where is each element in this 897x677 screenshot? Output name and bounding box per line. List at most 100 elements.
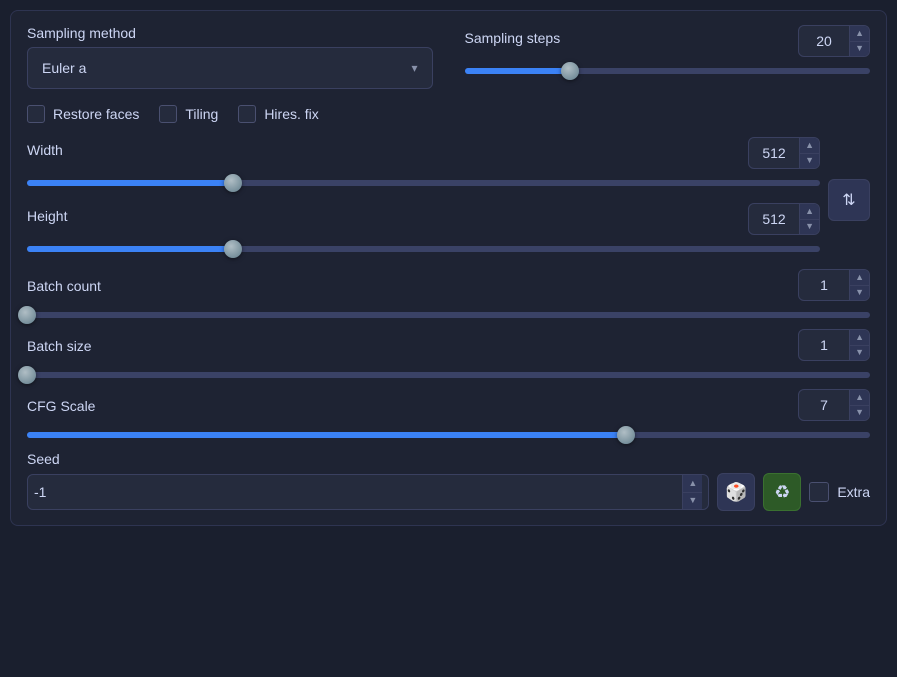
width-slider-fill xyxy=(27,180,233,186)
cfg-scale-slider-track xyxy=(27,432,870,438)
steps-label-row: Sampling steps 20 ▲ ▼ xyxy=(465,25,871,57)
cfg-scale-spin-down[interactable]: ▼ xyxy=(850,405,869,421)
steps-slider[interactable] xyxy=(465,61,871,81)
cfg-scale-number-input[interactable]: 7 ▲ ▼ xyxy=(798,389,870,421)
batch-size-value: 1 xyxy=(799,337,849,353)
sampling-steps-section: Sampling steps 20 ▲ ▼ xyxy=(449,25,871,81)
height-label-row: Height 512 ▲ ▼ xyxy=(27,203,820,235)
dropdown-arrow-icon: ▾ xyxy=(411,61,417,75)
recycle-button[interactable]: ♻ xyxy=(763,473,801,511)
swap-dimensions-button[interactable]: ⇅ xyxy=(828,179,870,221)
restore-faces-checkbox[interactable]: Restore faces xyxy=(27,105,139,123)
batch-size-spinners: ▲ ▼ xyxy=(849,330,869,360)
cfg-scale-slider-thumb[interactable] xyxy=(617,426,635,444)
sampling-method-section: Sampling method Euler a ▾ xyxy=(27,25,449,89)
seed-controls-row: -1 ▲ ▼ 🎲 ♻ Extra xyxy=(27,473,870,511)
steps-number-input[interactable]: 20 ▲ ▼ xyxy=(798,25,870,57)
steps-spinners: ▲ ▼ xyxy=(849,26,869,56)
seed-input-wrap[interactable]: -1 ▲ ▼ xyxy=(27,474,709,510)
tiling-label: Tiling xyxy=(185,106,218,122)
restore-faces-label: Restore faces xyxy=(53,106,139,122)
width-slider-track xyxy=(27,180,820,186)
cfg-scale-spinners: ▲ ▼ xyxy=(849,390,869,420)
batch-count-spin-up[interactable]: ▲ xyxy=(850,270,869,285)
batch-size-slider-track xyxy=(27,372,870,378)
batch-size-spin-up[interactable]: ▲ xyxy=(850,330,869,345)
width-label: Width xyxy=(27,142,63,158)
seed-label: Seed xyxy=(27,451,870,467)
steps-spin-down[interactable]: ▼ xyxy=(850,41,869,57)
width-value: 512 xyxy=(749,145,799,161)
cfg-scale-value: 7 xyxy=(799,397,849,413)
sampling-method-dropdown[interactable]: Euler a ▾ xyxy=(27,47,433,89)
batch-size-section: Batch size 1 ▲ ▼ xyxy=(27,329,870,385)
height-spin-down[interactable]: ▼ xyxy=(800,219,819,235)
batch-count-value: 1 xyxy=(799,277,849,293)
batch-count-slider-thumb[interactable] xyxy=(18,306,36,324)
height-label: Height xyxy=(27,208,67,224)
dice-icon: 🎲 xyxy=(725,482,747,503)
height-value: 512 xyxy=(749,211,799,227)
extra-label: Extra xyxy=(837,484,870,500)
seed-spin-down[interactable]: ▼ xyxy=(683,492,702,510)
batch-count-spin-down[interactable]: ▼ xyxy=(850,285,869,301)
batch-count-slider-track xyxy=(27,312,870,318)
batch-size-label: Batch size xyxy=(27,332,92,358)
cfg-scale-spin-up[interactable]: ▲ xyxy=(850,390,869,405)
batch-count-spinners: ▲ ▼ xyxy=(849,270,869,300)
batch-count-slider[interactable] xyxy=(27,305,870,325)
dimensions-section: Width 512 ▲ ▼ xyxy=(27,137,820,259)
hires-fix-checkbox[interactable]: Hires. fix xyxy=(238,105,318,123)
height-slider-track xyxy=(27,246,820,252)
wh-container: Width 512 ▲ ▼ xyxy=(27,137,870,259)
seed-spin-up[interactable]: ▲ xyxy=(683,475,702,492)
steps-slider-track xyxy=(465,68,871,74)
cfg-scale-label-row: CFG Scale 7 ▲ ▼ xyxy=(27,389,870,421)
batch-size-slider[interactable] xyxy=(27,365,870,385)
hires-fix-box[interactable] xyxy=(238,105,256,123)
steps-spin-up[interactable]: ▲ xyxy=(850,26,869,41)
checkboxes-row: Restore faces Tiling Hires. fix xyxy=(27,105,870,123)
height-spinners: ▲ ▼ xyxy=(799,204,819,234)
cfg-scale-slider-fill xyxy=(27,432,626,438)
sampling-method-value: Euler a xyxy=(42,60,86,76)
batch-size-label-row: Batch size 1 ▲ ▼ xyxy=(27,329,870,361)
tiling-box[interactable] xyxy=(159,105,177,123)
width-number-input[interactable]: 512 ▲ ▼ xyxy=(748,137,820,169)
height-spin-up[interactable]: ▲ xyxy=(800,204,819,219)
seed-spinners: ▲ ▼ xyxy=(682,475,702,509)
cfg-scale-section: CFG Scale 7 ▲ ▼ xyxy=(27,389,870,445)
tiling-checkbox[interactable]: Tiling xyxy=(159,105,218,123)
sampling-method-label: Sampling method xyxy=(27,25,433,41)
batch-count-number-input[interactable]: 1 ▲ ▼ xyxy=(798,269,870,301)
recycle-icon: ♻ xyxy=(774,482,790,503)
height-number-input[interactable]: 512 ▲ ▼ xyxy=(748,203,820,235)
seed-value: -1 xyxy=(34,484,46,500)
cfg-scale-label: CFG Scale xyxy=(27,392,95,418)
steps-slider-thumb[interactable] xyxy=(561,62,579,80)
extra-checkbox[interactable] xyxy=(809,482,829,502)
batch-size-slider-thumb[interactable] xyxy=(18,366,36,384)
cfg-scale-slider[interactable] xyxy=(27,425,870,445)
width-section: Width 512 ▲ ▼ xyxy=(27,137,820,193)
batch-size-number-input[interactable]: 1 ▲ ▼ xyxy=(798,329,870,361)
main-panel: Sampling method Euler a ▾ Sampling steps… xyxy=(10,10,887,526)
width-slider-thumb[interactable] xyxy=(224,174,242,192)
height-slider[interactable] xyxy=(27,239,820,259)
height-section: Height 512 ▲ ▼ xyxy=(27,203,820,259)
batch-count-label-row: Batch count 1 ▲ ▼ xyxy=(27,269,870,301)
width-spin-down[interactable]: ▼ xyxy=(800,153,819,169)
batch-count-label: Batch count xyxy=(27,272,101,298)
height-slider-thumb[interactable] xyxy=(224,240,242,258)
dice-button[interactable]: 🎲 xyxy=(717,473,755,511)
batch-size-spin-down[interactable]: ▼ xyxy=(850,345,869,361)
width-slider[interactable] xyxy=(27,173,820,193)
restore-faces-box[interactable] xyxy=(27,105,45,123)
sampling-row: Sampling method Euler a ▾ Sampling steps… xyxy=(27,25,870,89)
width-spin-up[interactable]: ▲ xyxy=(800,138,819,153)
width-spinners: ▲ ▼ xyxy=(799,138,819,168)
seed-section: Seed -1 ▲ ▼ 🎲 ♻ Extra xyxy=(27,451,870,511)
sampling-steps-label: Sampling steps xyxy=(465,30,561,46)
width-label-row: Width 512 ▲ ▼ xyxy=(27,137,820,169)
batch-count-section: Batch count 1 ▲ ▼ xyxy=(27,269,870,325)
